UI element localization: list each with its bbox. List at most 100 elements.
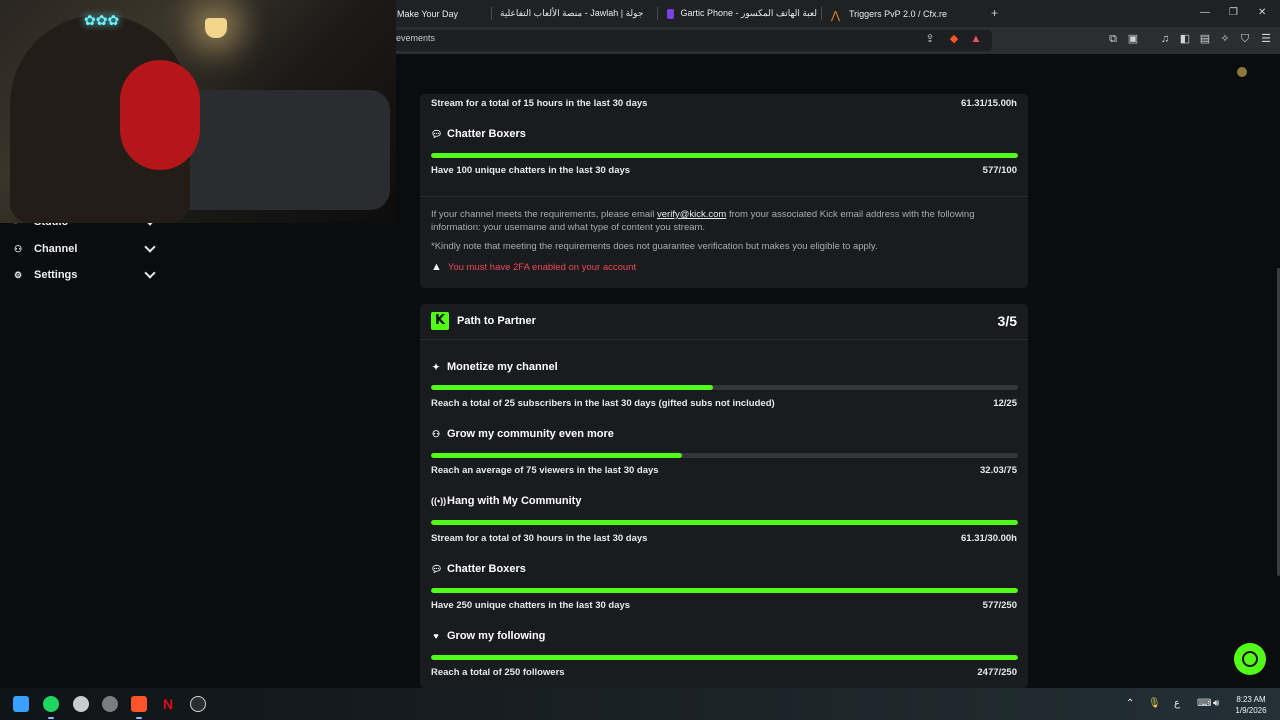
goal-value: 32.03/75 [980,465,1017,476]
leo-ai-icon[interactable]: ✧ [1219,33,1231,45]
goal-title: ♥ Grow my following [431,630,545,642]
wallet-icon[interactable]: ▤ [1199,33,1211,45]
url-text[interactable]: ievements [394,33,435,43]
progress-fill [431,453,682,458]
taskbar-clock[interactable]: 8:23 AM 1/9/2026 [1226,694,1276,716]
goal-description: Stream for a total of 30 hours in the la… [431,533,648,544]
goal-title: 💬︎ Chatter Boxers [431,563,526,575]
verification-card: Stream for a total of 15 hours in the la… [420,94,1028,288]
verification-info: If your channel meets the requirements, … [431,208,1021,234]
sparkle-icon: ✦ [432,361,440,372]
heart-icon: ♥ [433,631,439,641]
clock-date: 1/9/2026 [1235,706,1267,715]
goal-description: Reach an average of 75 viewers in the la… [431,465,659,476]
sidebar-item-settings[interactable]: ⚙ Settings [14,265,164,285]
kick-logo-icon: K [431,312,449,330]
brave-shields-icon[interactable]: ◆ [948,33,960,45]
twofa-warning: ▲ You must have 2FA enabled on your acco… [431,261,636,273]
microphone-icon[interactable]: 🎙︎ [1148,698,1161,709]
goal-title-text: Monetize my channel [447,361,558,373]
tab-jawlah[interactable]: جولة | Jawlah - منصة الألعاب التفاعلية [500,0,652,27]
webcam-hoodie [120,60,200,170]
chevron-down-icon [144,241,156,253]
goal-value: 61.31/15.00h [961,98,1017,109]
goal-title-text: Chatter Boxers [447,563,526,575]
gartic-favicon-icon [667,8,675,19]
goal-title-text: Chatter Boxers [447,128,526,140]
new-tab-button[interactable]: + [991,6,998,20]
goal-value: 12/25 [993,398,1017,409]
close-icon[interactable]: ✕ [1258,7,1266,18]
sidebar-item-label: Channel [34,243,78,255]
progress-bar [431,453,1018,458]
info-text: If your channel meets the requirements, … [431,209,658,220]
goal-description: Reach a total of 25 subscribers in the l… [431,398,775,409]
progress-bar [431,520,1018,525]
menu-icon[interactable]: ☰ [1260,33,1272,45]
neon-light-icon: ✿✿✿ [84,12,120,28]
card-progress-count: 3/5 [997,313,1017,329]
channel-icon: ⚇ [14,243,23,254]
progress-fill [431,655,1018,660]
brave-browser-icon[interactable] [131,696,147,712]
netflix-icon[interactable]: N [160,696,176,712]
progress-fill [431,153,1018,158]
warning-icon: ▲ [431,261,442,273]
minimize-icon[interactable]: — [1200,7,1210,18]
language-indicator[interactable]: ع [1174,698,1180,709]
verify-email-link[interactable]: verify@kick.com [657,209,726,220]
tab-make-your-day[interactable]: Make Your Day [397,0,489,27]
goal-title-text: Hang with My Community [447,495,582,507]
users-icon: ⚇ [431,428,441,439]
divider [420,196,1028,197]
webcam-lamp [205,18,227,38]
broadcast-icon: ((•)) [431,496,447,506]
goal-value: 577/250 [982,600,1017,611]
goal-title: 💬︎ Chatter Boxers [431,128,526,140]
verification-disclaimer: *Kindly note that meeting the requiremen… [431,241,878,252]
sidebar-icon[interactable]: ◧ [1179,33,1191,45]
goal-title: ((•)) Hang with My Community [431,495,581,507]
webcam-overlay: ✿✿✿ [0,0,396,223]
tab-triggers-pvp[interactable]: ⋀ Triggers PvP 2.0 / Cfx.re [831,0,981,27]
network-icon[interactable]: ⌨ [1197,698,1211,709]
goal-title: ✦ Monetize my channel [431,361,558,373]
brave-rewards-icon[interactable]: ▲ [970,33,982,45]
progress-bar [431,153,1018,158]
card-header: K Path to Partner 3/5 [420,304,1028,340]
windows-taskbar: N ⌃ 🎙︎ ع ⌨ 🔊︎ 8:23 AM 1/9/2026 [0,688,1280,720]
goal-value: 2477/250 [977,667,1017,678]
user-badge-icon[interactable] [1237,67,1247,77]
app-icon[interactable] [102,696,118,712]
active-indicator [48,717,54,719]
volume-icon[interactable]: 🔊︎ [1213,698,1219,709]
tab-title: Gartic Phone - لعبة الهاتف المكسور [680,8,817,18]
spotify-icon[interactable] [43,696,59,712]
share-icon[interactable]: ⇪ [924,33,936,45]
tab-title: Make Your Day [397,8,459,19]
tab-gartic-phone[interactable]: Gartic Phone - لعبة الهاتف المكسور [667,0,817,27]
chat-bubble-icon: 💬︎ [431,128,443,139]
extensions-icon[interactable]: ⧉ [1107,33,1119,45]
sidebar-item-channel[interactable]: ⚇ Channel [14,239,164,259]
goal-title-text: Grow my following [447,630,546,642]
gear-icon: ⚙ [14,269,23,280]
goal-value: 61.31/30.00h [961,533,1017,544]
help-button[interactable] [1234,643,1266,675]
obs-icon[interactable] [190,696,206,712]
screenshot-icon[interactable]: ▣ [1127,33,1139,45]
tab-title: Triggers PvP 2.0 / Cfx.re [849,8,948,19]
goal-title-text: Grow my community even more [447,428,614,440]
tab-title: جولة | Jawlah - منصة الألعاب التفاعلية [500,8,644,18]
restore-icon[interactable]: ❐ [1229,7,1238,18]
address-bar[interactable] [380,30,992,51]
goal-description: Have 100 unique chatters in the last 30 … [431,165,631,176]
windows-start-icon[interactable] [13,696,29,712]
tray-overflow-icon[interactable]: ⌃ [1126,698,1134,709]
goal-value: 577/100 [982,165,1017,176]
active-indicator [136,717,142,719]
steam-icon[interactable] [73,696,89,712]
cfx-favicon-icon: ⋀ [831,9,841,22]
media-icon[interactable]: ♫ [1159,33,1171,45]
vpn-icon[interactable]: ⛉ [1239,33,1251,45]
